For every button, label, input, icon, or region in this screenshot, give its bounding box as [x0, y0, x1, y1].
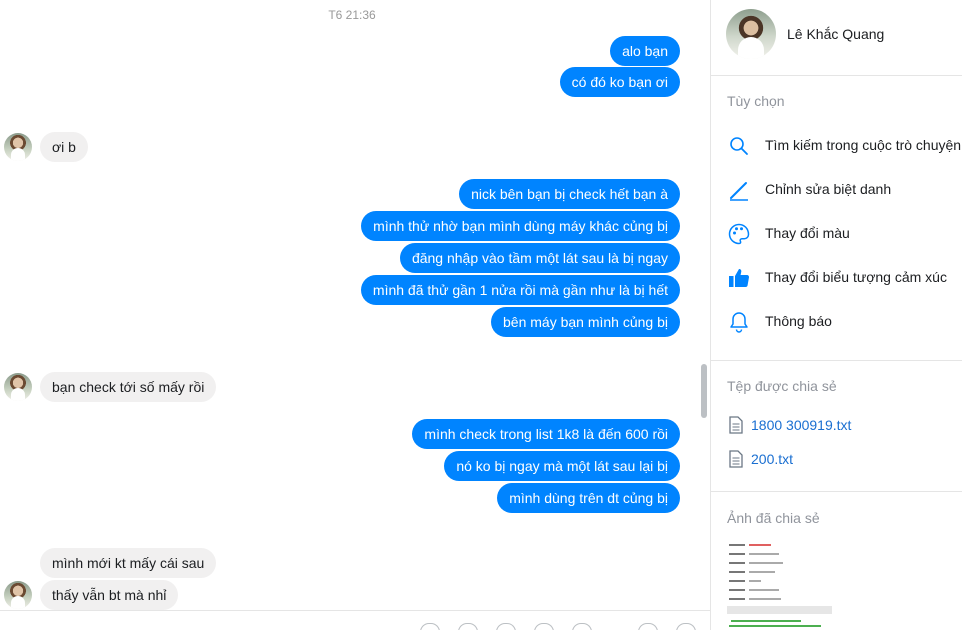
outgoing-message[interactable]: đăng nhập vào tầm một lát sau là bị ngay: [399, 243, 680, 273]
outgoing-message[interactable]: mình dùng trên dt củng bị: [497, 483, 680, 513]
shared-file-name[interactable]: 1800 300919.txt: [751, 417, 851, 433]
option-change-emoji[interactable]: Thay đổi biểu tượng cảm xúc: [711, 258, 962, 298]
contact-avatar[interactable]: [4, 373, 32, 401]
incoming-message[interactable]: thấy vẫn bt mà nhỉ: [40, 580, 179, 610]
contact-profile-photo[interactable]: [726, 9, 776, 59]
chat-scrollbar-thumb[interactable]: [701, 364, 707, 418]
outgoing-message[interactable]: mình thử nhờ bạn mình dùng máy khác củng…: [361, 211, 680, 241]
divider: [711, 360, 962, 361]
contact-avatar[interactable]: [4, 133, 32, 161]
outgoing-message[interactable]: bên máy bạn mình củng bị: [491, 307, 680, 337]
shared-file-item[interactable]: 200.txt: [711, 446, 962, 472]
options-section-title: Tùy chọn: [727, 93, 785, 109]
option-label: Thay đổi biểu tượng cảm xúc: [765, 269, 947, 285]
gif-icon[interactable]: [458, 623, 478, 630]
option-label: Thay đổi màu: [765, 225, 850, 241]
outgoing-message[interactable]: mình đã thử gần 1 nửa rồi mà gần như là …: [360, 275, 680, 305]
option-change-color[interactable]: Thay đổi màu: [711, 214, 962, 254]
option-notifications[interactable]: Thông báo: [711, 302, 962, 342]
shared-files-section-title: Tệp được chia sẻ: [727, 378, 837, 394]
send-icon[interactable]: [676, 623, 696, 630]
conversation-pane[interactable]: T6 21:36 alo bạn có đó ko bạn ơi ơi b ni…: [0, 0, 710, 630]
outgoing-message[interactable]: alo bạn: [610, 36, 680, 66]
shared-photo-thumbnail[interactable]: [727, 540, 837, 630]
palette-icon: [728, 223, 750, 245]
contact-name[interactable]: Lê Khắc Quang: [787, 26, 884, 42]
sticker-icon[interactable]: [420, 623, 440, 630]
message-timestamp: T6 21:36: [328, 8, 376, 22]
emoji-icon[interactable]: [534, 623, 554, 630]
bell-icon: [730, 312, 748, 333]
divider: [711, 75, 962, 76]
image-icon[interactable]: [496, 623, 516, 630]
incoming-message[interactable]: mình mới kt mấy cái sau: [40, 548, 217, 578]
incoming-message[interactable]: ơi b: [40, 132, 88, 162]
like-icon[interactable]: [638, 623, 658, 630]
shared-file-name[interactable]: 200.txt: [751, 451, 793, 467]
file-icon: [729, 416, 743, 434]
conversation-info-panel: Lê Khắc Quang Tùy chọn Tìm kiếm trong cu…: [710, 0, 962, 630]
composer-toolbar: [0, 610, 710, 630]
option-label: Thông báo: [765, 313, 832, 329]
outgoing-message[interactable]: có đó ko bạn ơi: [559, 67, 680, 97]
option-edit-nickname[interactable]: Chỉnh sửa biệt danh: [711, 170, 962, 210]
shared-photos-section-title: Ảnh đã chia sẻ: [727, 510, 820, 526]
option-label: Tìm kiếm trong cuộc trò chuyện: [765, 137, 962, 153]
option-search-conversation[interactable]: Tìm kiếm trong cuộc trò chuyện: [711, 126, 962, 166]
chat-scrollbar-track[interactable]: [700, 0, 710, 630]
incoming-message[interactable]: bạn check tới số mấy rồi: [40, 372, 217, 402]
divider: [711, 491, 962, 492]
contact-avatar[interactable]: [4, 581, 32, 609]
camera-icon[interactable]: [572, 623, 592, 630]
outgoing-message[interactable]: nick bên bạn bị check hết bạn à: [459, 179, 680, 209]
outgoing-message[interactable]: nó ko bị ngay mà một lát sau lại bị: [444, 451, 680, 481]
option-label: Chỉnh sửa biệt danh: [765, 181, 892, 197]
pencil-icon: [730, 182, 748, 201]
search-icon: [730, 137, 748, 155]
outgoing-message[interactable]: mình check trong list 1k8 là đến 600 rồi: [412, 419, 680, 449]
thumbs-up-icon: [729, 269, 750, 288]
file-icon: [729, 450, 743, 468]
shared-file-item[interactable]: 1800 300919.txt: [711, 412, 962, 438]
